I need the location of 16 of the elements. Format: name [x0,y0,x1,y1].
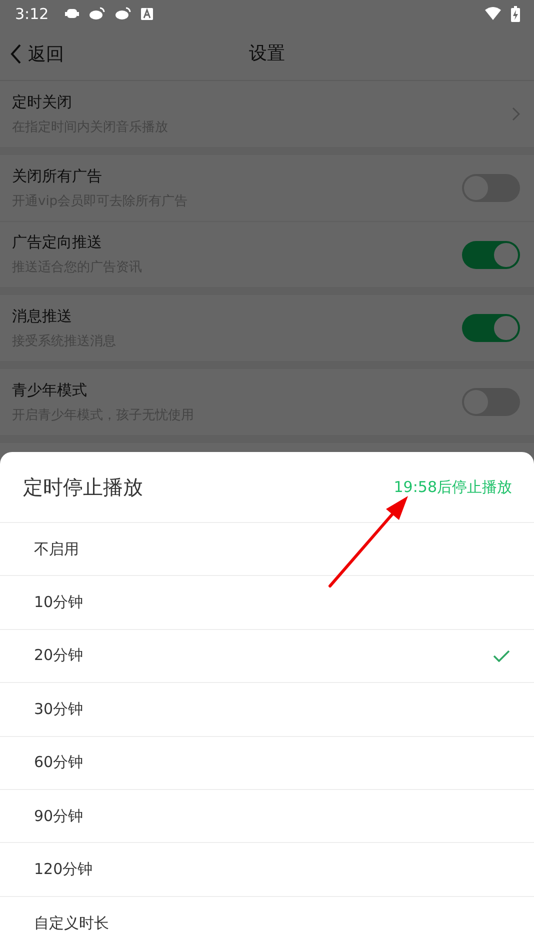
toggle-switch[interactable] [462,240,520,268]
toggle-switch[interactable] [462,314,520,342]
wifi-icon [485,7,501,20]
status-time: 3:12 [15,4,49,22]
sheet-title: 定时停止播放 [23,474,143,500]
battery-icon [511,6,520,22]
setting-title: 广告定向推送 [12,233,103,252]
setting-title: 定时关闭 [12,92,73,112]
chevron-right-icon [512,107,520,121]
stop-time-status: 19:58后停止播放 [394,478,512,496]
page-title: 设置 [249,42,285,66]
setting-title: 青少年模式 [12,380,88,400]
setting-title: 消息推送 [12,306,73,326]
chevron-left-icon [10,44,22,64]
keyboard-a-icon [140,8,153,20]
setting-title: 关闭所有广告 [12,166,103,186]
